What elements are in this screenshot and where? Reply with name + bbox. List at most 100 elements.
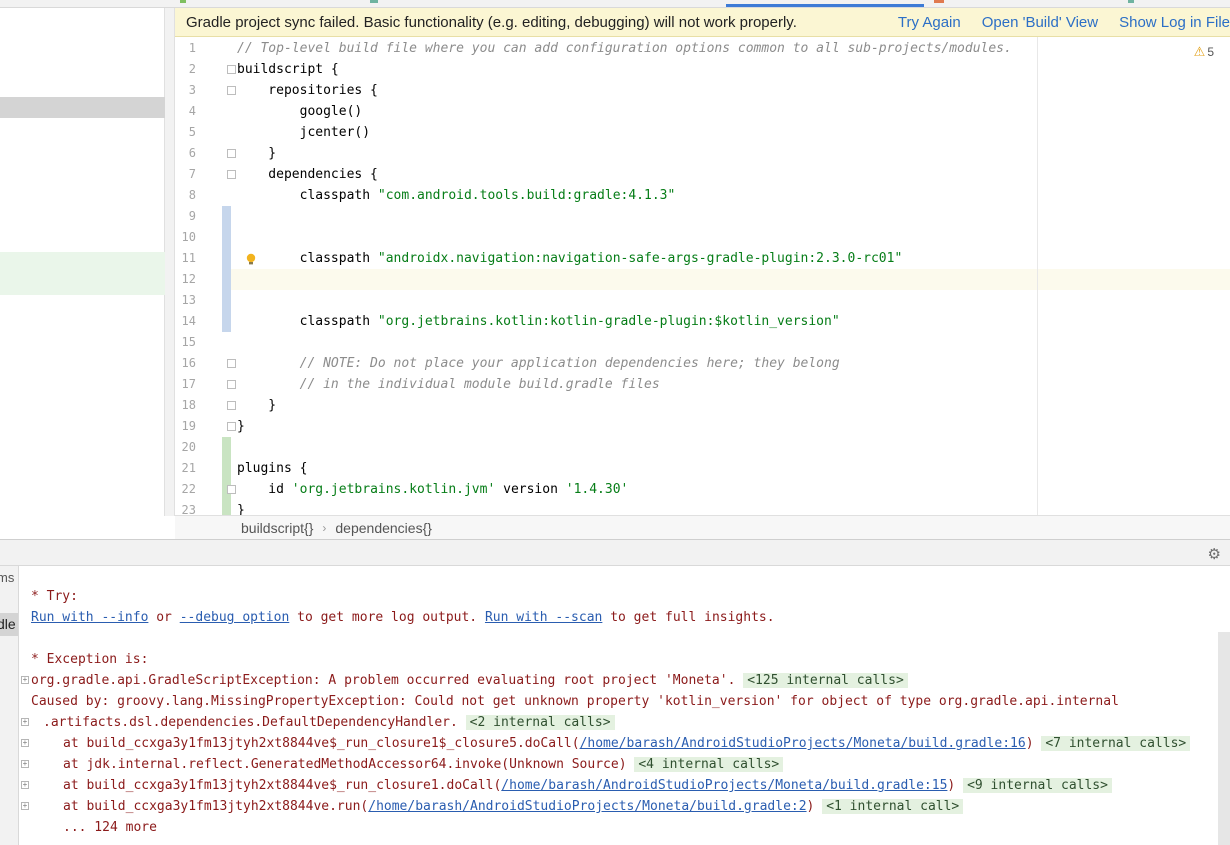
- line-number: 14: [181, 314, 196, 328]
- selected-project-item[interactable]: [0, 97, 174, 118]
- line-number: 17: [181, 377, 196, 391]
- editor-tab-strip[interactable]: [0, 0, 1230, 8]
- sidebar-tab-selected[interactable]: dle: [0, 613, 18, 636]
- debug-option-link[interactable]: --debug option: [180, 610, 290, 625]
- console-text: ): [1025, 736, 1034, 751]
- code-text: classpath: [237, 251, 371, 266]
- fold-icon[interactable]: [227, 380, 236, 389]
- code-line: }: [237, 503, 245, 515]
- console-line: .artifacts.dsl.dependencies.DefaultDepen…: [43, 712, 615, 733]
- line-number: 11: [181, 251, 196, 265]
- fold-icon[interactable]: [227, 65, 236, 74]
- fold-icon[interactable]: [227, 149, 236, 158]
- internal-calls-fold[interactable]: <9 internal calls>: [963, 778, 1112, 793]
- code-line: plugins {: [237, 461, 308, 476]
- right-margin-guide: [1037, 37, 1038, 515]
- line-number: 21: [181, 461, 196, 475]
- console-text: at build_ccxga3y1fm13jtyh2xt8844ve$_run_…: [63, 778, 502, 793]
- code-text: classpath: [237, 314, 371, 329]
- expand-icon[interactable]: +: [21, 739, 29, 747]
- fold-icon[interactable]: [227, 170, 236, 179]
- run-with-info-link[interactable]: Run with --info: [31, 610, 148, 625]
- modified-project-item[interactable]: [0, 252, 174, 295]
- gear-icon[interactable]: ⚙: [1208, 545, 1221, 563]
- line-number: 5: [188, 125, 196, 139]
- code-line: buildscript {: [237, 62, 339, 77]
- vcs-added-marker[interactable]: [222, 437, 231, 515]
- console-line: ... 124 more: [63, 820, 157, 835]
- console-text: .artifacts.dsl.dependencies.DefaultDepen…: [43, 715, 458, 730]
- build-output-console[interactable]: * Try: Run with --info or --debug option…: [19, 566, 1218, 845]
- console-text: ): [947, 778, 956, 793]
- sync-failed-banner: Gradle project sync failed. Basic functi…: [175, 8, 1230, 37]
- show-log-in-file-link[interactable]: Show Log in File: [1119, 14, 1230, 31]
- code-string: '1.4.30': [565, 482, 629, 497]
- code-line: classpath "androidx.navigation:navigatio…: [237, 248, 903, 269]
- internal-calls-fold[interactable]: <4 internal calls>: [634, 757, 784, 772]
- console-line: at build_ccxga3y1fm13jtyh2xt8844ve$_run_…: [63, 775, 1112, 796]
- console-scrollbar[interactable]: [1218, 632, 1230, 845]
- console-line: at build_ccxga3y1fm13jtyh2xt8844ve.run(/…: [63, 796, 964, 817]
- fold-icon[interactable]: [227, 359, 236, 368]
- warnings-indicator[interactable]: ⚠ 5: [1194, 44, 1214, 60]
- warnings-count: 5: [1207, 45, 1214, 59]
- open-build-view-link[interactable]: Open 'Build' View: [982, 14, 1098, 31]
- tab-indicator: [370, 0, 378, 3]
- line-number: 9: [188, 209, 196, 223]
- console-line: Caused by: groovy.lang.MissingPropertyEx…: [31, 694, 1119, 709]
- line-number: 19: [181, 419, 196, 433]
- expand-icon[interactable]: +: [21, 718, 29, 726]
- breadcrumb-item-buildscript[interactable]: buildscript{}: [241, 520, 313, 536]
- code-editor[interactable]: 1 2 3 4 5 6 7 8 9 10 11 12 13 14 15 16 1…: [175, 37, 1230, 515]
- current-line-highlight: [231, 269, 1230, 290]
- expand-icon[interactable]: +: [21, 802, 29, 810]
- fold-icon[interactable]: [227, 422, 236, 431]
- panel-splitter[interactable]: [165, 8, 175, 516]
- banner-actions: Try Again Open 'Build' View Show Log in …: [877, 14, 1230, 31]
- tab-indicator: [934, 0, 944, 3]
- code-line: id 'org.jetbrains.kotlin.jvm' version '1…: [237, 479, 628, 500]
- console-text: at jdk.internal.reflect.GeneratedMethodA…: [63, 757, 627, 772]
- code-line: }: [237, 146, 277, 161]
- sidebar-tab-label[interactable]: ms: [0, 570, 14, 585]
- source-link[interactable]: /home/barash/AndroidStudioProjects/Monet…: [501, 778, 947, 793]
- internal-calls-fold[interactable]: <7 internal calls>: [1041, 736, 1191, 751]
- console-line: at build_ccxga3y1fm13jtyh2xt8844ve$_run_…: [63, 733, 1191, 754]
- editor-gutter[interactable]: 1 2 3 4 5 6 7 8 9 10 11 12 13 14 15 16 1…: [175, 37, 236, 515]
- internal-calls-fold[interactable]: <2 internal calls>: [465, 715, 615, 730]
- run-with-scan-link[interactable]: Run with --scan: [485, 610, 602, 625]
- line-number: 12: [181, 272, 196, 286]
- fold-icon[interactable]: [227, 485, 236, 494]
- expand-icon[interactable]: +: [21, 760, 29, 768]
- source-link[interactable]: /home/barash/AndroidStudioProjects/Monet…: [368, 799, 806, 814]
- project-panel[interactable]: [0, 8, 174, 516]
- breadcrumb: buildscript{} › dependencies{}: [175, 515, 1230, 539]
- code-text: version: [495, 482, 566, 497]
- code-text: jcenter(): [237, 125, 371, 140]
- build-tool-window-sidebar[interactable]: ms dle: [0, 566, 19, 845]
- internal-calls-fold[interactable]: <125 internal calls>: [743, 673, 908, 688]
- build-tool-window-header: ⚙: [0, 539, 1230, 566]
- code-line: // Top-level build file where you can ad…: [237, 41, 1012, 56]
- line-number: 23: [181, 503, 196, 515]
- line-number: 22: [181, 482, 196, 496]
- expand-icon[interactable]: +: [21, 781, 29, 789]
- try-again-link[interactable]: Try Again: [898, 14, 961, 31]
- source-link[interactable]: /home/barash/AndroidStudioProjects/Monet…: [580, 736, 1026, 751]
- code-line: }: [237, 419, 245, 434]
- line-number: 16: [181, 356, 196, 370]
- fold-icon[interactable]: [227, 86, 236, 95]
- breadcrumb-item-dependencies[interactable]: dependencies{}: [335, 520, 432, 536]
- code-string: 'org.jetbrains.kotlin.jvm': [291, 482, 496, 497]
- console-text: ): [806, 799, 815, 814]
- line-number: 18: [181, 398, 196, 412]
- internal-calls-fold[interactable]: <1 internal call>: [822, 799, 964, 814]
- line-number: 1: [188, 41, 196, 55]
- console-line: org.gradle.api.GradleScriptException: A …: [31, 670, 908, 691]
- code-string: "com.android.tools.build:gradle:4.1.3": [377, 188, 676, 203]
- vcs-modified-marker[interactable]: [222, 206, 231, 332]
- code-line: // NOTE: Do not place your application d…: [237, 356, 840, 371]
- expand-icon[interactable]: +: [21, 676, 29, 684]
- line-number: 20: [181, 440, 196, 454]
- fold-icon[interactable]: [227, 401, 236, 410]
